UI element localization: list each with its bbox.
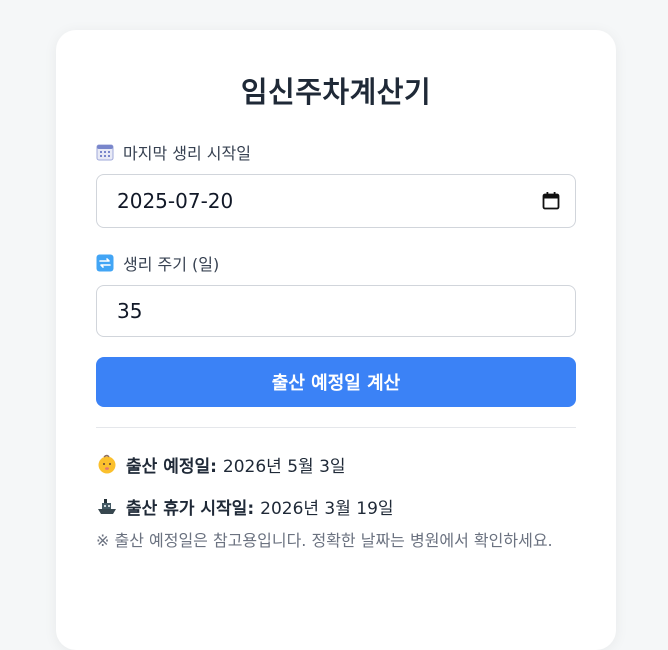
cycle-days-input[interactable]: 35 — [96, 285, 576, 337]
disclaimer-note: ※ 출산 예정일은 참고용입니다. 정확한 날짜는 병원에서 확인하세요. — [96, 531, 553, 550]
baby-icon — [96, 453, 118, 475]
divider — [96, 427, 576, 428]
last-period-label-row: 마지막 생리 시작일 — [96, 140, 576, 164]
repeat-icon — [96, 254, 114, 272]
cycle-days-value: 35 — [117, 299, 143, 323]
last-period-label: 마지막 생리 시작일 — [123, 144, 251, 163]
due-date-label: 출산 예정일: — [126, 456, 217, 477]
leave-start-label: 출산 휴가 시작일: — [126, 498, 255, 519]
last-period-date-value: 2025-07-20 — [117, 189, 234, 213]
leave-start-result: 출산 휴가 시작일: 2026년 3월 19일 — [96, 492, 576, 520]
page-title: 임신주차계산기 — [240, 75, 432, 109]
leave-start-value: 2026년 3월 19일 — [260, 498, 394, 519]
last-period-date-input[interactable]: 2025-07-20 — [96, 174, 576, 228]
cycle-label: 생리 주기 (일) — [123, 255, 220, 274]
due-date-result: 출산 예정일: 2026년 5월 3일 — [96, 450, 576, 478]
cycle-label-row: 생리 주기 (일) — [96, 251, 576, 275]
calendar-picker-icon[interactable] — [541, 191, 561, 211]
calculator-card: 임신주차계산기 마지막 생리 시작일 2025-07-20 생리 주기 (일) … — [56, 30, 616, 650]
calendar-emoji-icon — [96, 143, 114, 161]
due-date-value: 2026년 5월 3일 — [222, 456, 346, 477]
ship-icon — [96, 495, 118, 517]
calculate-button[interactable]: 출산 예정일 계산 — [96, 357, 576, 407]
